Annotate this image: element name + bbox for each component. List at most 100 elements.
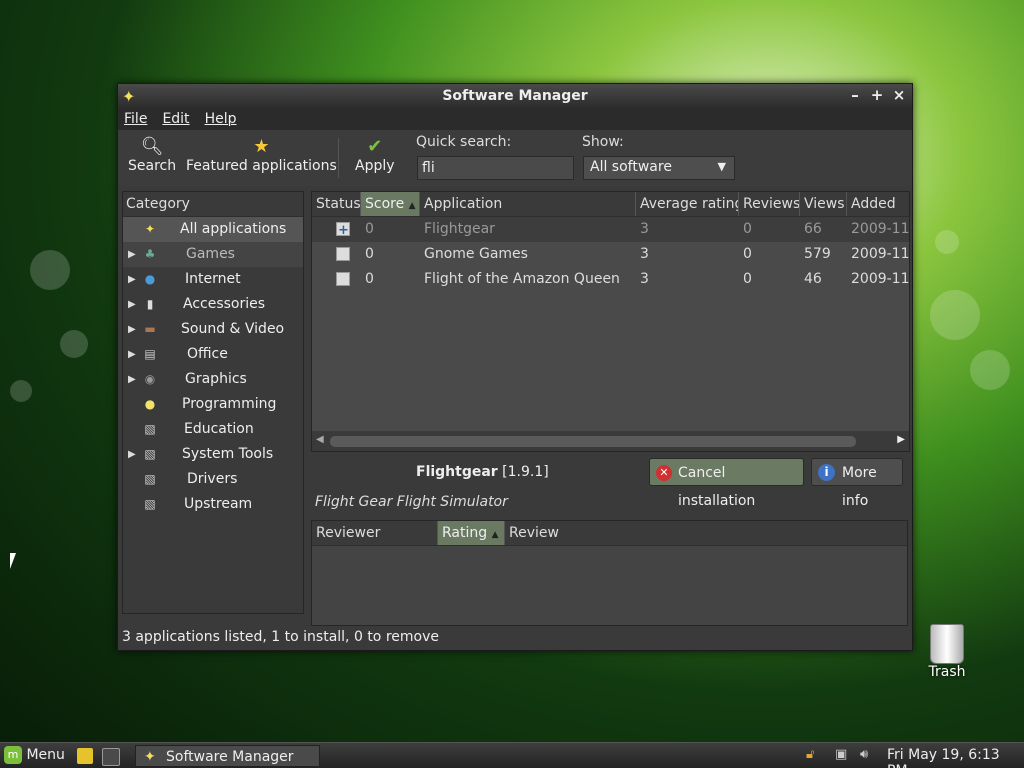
- network-icon[interactable]: ▣: [835, 747, 847, 762]
- category-label: Games: [186, 246, 235, 262]
- application-cell: Flight of the Amazon Queen: [424, 271, 620, 287]
- column-review[interactable]: Review: [505, 521, 905, 545]
- category-item-education[interactable]: ▧ Education: [123, 417, 303, 442]
- install-checkbox[interactable]: [336, 218, 350, 242]
- column-score[interactable]: Score ▲: [361, 192, 420, 216]
- application-list-header: Status Score ▲ Application Average ratin…: [312, 192, 909, 217]
- table-row[interactable]: 0 Flight of the Amazon Queen 3 0 46 2009…: [312, 267, 909, 292]
- search-button[interactable]: 🔍︎ Search: [128, 136, 176, 174]
- column-status[interactable]: Status: [312, 192, 361, 216]
- minimize-button[interactable]: –: [848, 86, 862, 104]
- column-reviews[interactable]: Reviews: [739, 192, 800, 216]
- upstream-icon: ▧: [144, 497, 156, 511]
- clock[interactable]: Fri May 19, 6:13 PM: [887, 747, 1024, 768]
- table-row[interactable]: 0 Gnome Games 3 0 579 2009-11-: [312, 242, 909, 267]
- quick-search-input[interactable]: [417, 156, 574, 180]
- menu-file[interactable]: File: [124, 111, 147, 127]
- trash-desktop-icon[interactable]: Trash: [925, 624, 969, 680]
- category-item-sound-video[interactable]: ▶ ▬ Sound & Video: [123, 317, 303, 342]
- category-item-drivers[interactable]: ▧ Drivers: [123, 467, 303, 492]
- application-detail-pane: Flightgear [1.9.1] ✕ Cancel installation…: [311, 454, 908, 626]
- category-item-programming[interactable]: ● Programming: [123, 392, 303, 417]
- maximize-button[interactable]: +: [870, 86, 884, 104]
- category-item-internet[interactable]: ▶ ● Internet: [123, 267, 303, 292]
- menu-button[interactable]: m Menu: [4, 746, 65, 764]
- taskbar-item-software-manager[interactable]: ✦ Software Manager: [135, 745, 320, 767]
- expander-icon[interactable]: ▶: [128, 242, 136, 267]
- expander-icon[interactable]: ▶: [128, 442, 136, 467]
- status-cell: [312, 267, 361, 292]
- column-rating[interactable]: Rating ▲: [438, 521, 505, 545]
- category-item-graphics[interactable]: ▶ ◉ Graphics: [123, 367, 303, 392]
- apply-button-label: Apply: [355, 158, 395, 174]
- horizontal-scrollbar[interactable]: ◀ ▶: [312, 431, 909, 451]
- apply-button[interactable]: ✔ Apply: [355, 136, 395, 174]
- more-info-button[interactable]: i More info: [811, 458, 903, 509]
- category-item-office[interactable]: ▶ ▤ Office: [123, 342, 303, 367]
- category-item-accessories[interactable]: ▶ ▮ Accessories: [123, 292, 303, 317]
- expander-icon[interactable]: ▶: [128, 267, 136, 292]
- featured-applications-button[interactable]: ★ Featured applications: [186, 136, 337, 174]
- rating-cell: 3: [640, 246, 649, 262]
- column-added[interactable]: Added: [847, 192, 909, 216]
- category-label: Education: [184, 421, 254, 437]
- column-application[interactable]: Application: [420, 192, 636, 216]
- column-average-rating[interactable]: Average rating: [636, 192, 739, 216]
- bulb-icon: ●: [144, 397, 156, 411]
- media-icon: ▬: [144, 322, 156, 336]
- category-item-system-tools[interactable]: ▶ ▧ System Tools: [123, 442, 303, 467]
- table-row[interactable]: 0 Flightgear 3 0 66 2009-11-: [312, 217, 909, 242]
- star-icon: ✦: [144, 222, 156, 236]
- menu-edit[interactable]: Edit: [162, 111, 189, 127]
- terminal-icon[interactable]: [102, 748, 120, 766]
- taskbar-item-label: Software Manager: [166, 749, 294, 765]
- mint-logo-icon: m: [4, 746, 22, 764]
- views-cell: 46: [804, 271, 822, 287]
- category-label: Upstream: [184, 496, 253, 512]
- category-label: Accessories: [183, 296, 266, 312]
- scrollbar-thumb[interactable]: [330, 436, 856, 447]
- application-list: Status Score ▲ Application Average ratin…: [311, 191, 910, 452]
- views-cell: 579: [804, 246, 831, 262]
- application-cell: Flightgear: [424, 221, 495, 237]
- category-item-all-applications[interactable]: ✦ All applications: [123, 217, 303, 242]
- category-header[interactable]: Category: [123, 192, 303, 217]
- expander-icon[interactable]: ▶: [128, 317, 136, 342]
- install-checkbox[interactable]: [336, 247, 350, 261]
- show-dropdown[interactable]: All software ▼: [583, 156, 735, 180]
- column-reviewer[interactable]: Reviewer: [312, 521, 438, 545]
- menu-help[interactable]: Help: [205, 111, 237, 127]
- score-cell: 0: [365, 221, 374, 237]
- detail-title: Flightgear [1.9.1]: [416, 464, 549, 480]
- category-label: Internet: [185, 271, 241, 287]
- install-checkbox[interactable]: [336, 272, 350, 286]
- reviews-cell: 0: [743, 221, 752, 237]
- application-cell: Gnome Games: [424, 246, 528, 262]
- close-button[interactable]: ×: [892, 86, 906, 104]
- category-label: Drivers: [187, 471, 238, 487]
- expander-icon[interactable]: ▶: [128, 292, 136, 317]
- more-info-label: More info: [842, 465, 877, 509]
- added-cell: 2009-11-: [851, 246, 909, 262]
- update-manager-icon[interactable]: 🔓︎: [806, 747, 814, 762]
- detail-app-version: [1.9.1]: [502, 464, 549, 480]
- category-label: Office: [187, 346, 228, 362]
- expander-icon[interactable]: ▶: [128, 367, 136, 392]
- column-views[interactable]: Views: [800, 192, 847, 216]
- trash-label: Trash: [928, 664, 966, 680]
- text-editor-icon[interactable]: [77, 748, 93, 764]
- category-item-upstream[interactable]: ▧ Upstream: [123, 492, 303, 517]
- cancel-installation-button[interactable]: ✕ Cancel installation: [649, 458, 804, 509]
- scroll-left-icon[interactable]: ◀: [316, 434, 324, 445]
- checkmark-icon: ✔: [367, 136, 383, 157]
- expander-icon[interactable]: ▶: [128, 342, 136, 367]
- scroll-right-icon[interactable]: ▶: [897, 434, 905, 445]
- games-icon: ♣: [144, 247, 156, 261]
- category-item-games[interactable]: ▶ ♣ Games: [123, 242, 303, 267]
- title-bar[interactable]: ✦ Software Manager – + ×: [118, 84, 912, 108]
- education-icon: ▧: [144, 422, 156, 436]
- quick-search-label: Quick search:: [416, 134, 512, 150]
- volume-icon[interactable]: 🔊︎: [860, 747, 868, 762]
- trash-icon: [930, 624, 964, 664]
- office-icon: ▤: [144, 347, 156, 361]
